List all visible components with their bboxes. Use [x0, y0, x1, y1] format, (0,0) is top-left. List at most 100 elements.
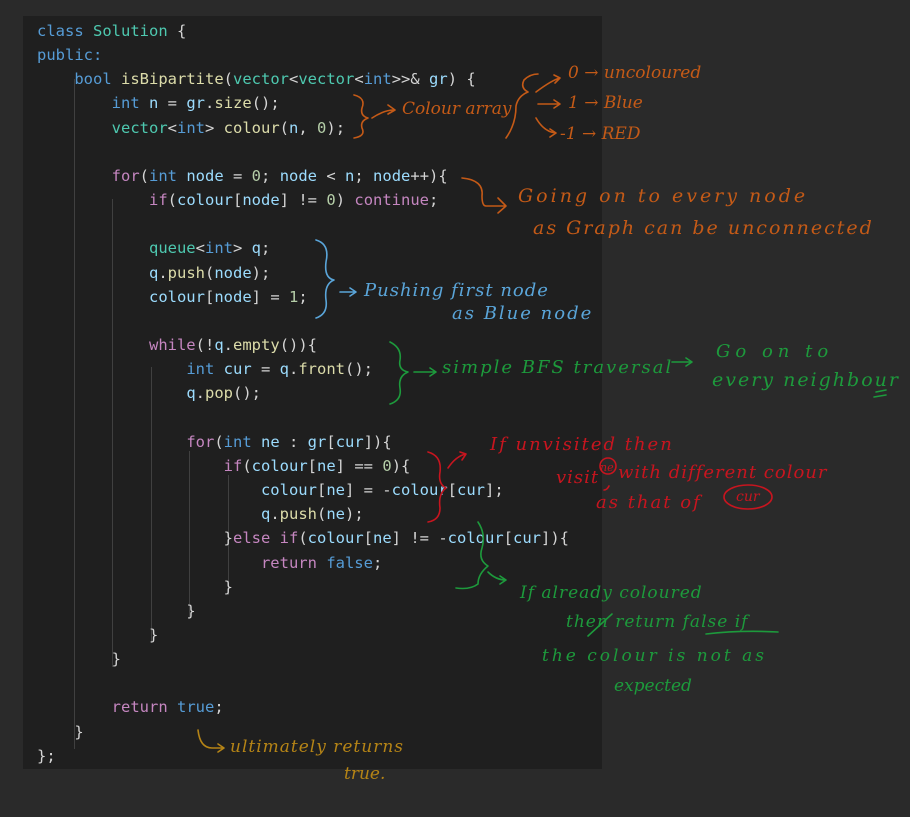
code-token: [ [363, 529, 373, 548]
annotation-colour-array: Colour array [402, 99, 512, 119]
code-token: > [233, 239, 252, 258]
code-token: . [270, 505, 280, 524]
code-token: colour [148, 287, 205, 306]
code-line: int n = gr.size(); [37, 91, 280, 115]
code-token: ; [261, 166, 280, 185]
code-token: 0 [326, 191, 336, 210]
code-token: [ [503, 529, 514, 548]
code-token: public: [37, 46, 103, 65]
code-token: int [111, 94, 140, 113]
code-token: int [149, 166, 177, 185]
code-line: } [37, 647, 121, 671]
code-line: q.push(node); [37, 261, 270, 285]
code-token: q [260, 505, 271, 524]
code-token: (); [251, 94, 280, 113]
code-token: ( [139, 166, 149, 185]
code-token: = [158, 94, 187, 113]
code-token: > [205, 118, 224, 137]
code-token: return [260, 553, 317, 572]
code-line: while(!q.empty()){ [37, 333, 317, 357]
annotation-unvisited-cur: cur [736, 489, 760, 505]
code-token: int [177, 118, 205, 137]
code-token: q [214, 336, 224, 355]
code-token: ; [214, 698, 224, 717]
annotation-coloured-3: the colour is not as [542, 646, 767, 666]
code-line: if(colour[node] != 0) continue; [37, 188, 438, 212]
code-token: false [326, 553, 373, 572]
annotation-coloured-2: then return false if [566, 612, 749, 632]
code-token: ){ [391, 456, 411, 475]
code-line: } [37, 720, 83, 744]
code-token: ); [345, 505, 364, 524]
code-token: for [111, 166, 140, 185]
code-line: }else if(colour[ne] != -colour[cur]){ [37, 526, 569, 550]
code-token: ( [223, 70, 233, 89]
code-token: . [223, 336, 234, 355]
annotation-bfs: simple BFS traversal [442, 357, 674, 378]
code-token: < [289, 70, 299, 89]
code-token: ne [261, 432, 280, 451]
code-token: [ [447, 481, 457, 500]
code-line: } [37, 575, 233, 599]
annotation-unvisited-3: with different colour [618, 462, 828, 483]
annotation-ultimately-1: ultimately returns [230, 737, 405, 757]
code-line: return false; [37, 551, 382, 575]
code-line: for(int ne : gr[cur]){ [37, 430, 391, 454]
code-token: , [298, 118, 318, 137]
code-token: ( [298, 529, 308, 548]
annotation-red: -1 → RED [560, 124, 641, 144]
annotation-uncoloured: 0 → uncoloured [568, 63, 702, 83]
code-token: ] != [279, 191, 327, 210]
code-token: ne [326, 505, 345, 524]
code-line: q.push(ne); [37, 502, 364, 526]
code-token: q [148, 263, 159, 282]
code-token: ; [429, 191, 439, 210]
code-token: node [214, 263, 252, 282]
annotation-push-first-1: Pushing first node [364, 280, 549, 301]
code-token: n [289, 118, 299, 137]
code-token: 0 [251, 166, 262, 185]
code-token: [ [204, 287, 215, 306]
code-token: int [223, 432, 252, 451]
code-token: ( [279, 118, 290, 137]
code-token: colour [307, 529, 364, 548]
code-line: if(colour[ne] == 0){ [37, 454, 411, 478]
code-token: size [214, 94, 252, 113]
code-token: = [223, 166, 252, 185]
annotation-neighbour-2: every neighbour [712, 369, 900, 391]
annotation-coloured-1: If already coloured [520, 583, 703, 603]
code-token: colour [177, 191, 233, 210]
code-token: 1 [288, 287, 299, 306]
code-token: ; [354, 166, 374, 185]
code-token: continue [354, 191, 430, 210]
code-token: q [279, 360, 289, 379]
code-token: n [149, 94, 159, 113]
code-token: ] != - [391, 529, 448, 548]
code-token: gr [307, 432, 327, 451]
code-token: ()){ [279, 336, 318, 355]
code-token: }; [37, 746, 56, 765]
code-token: int [363, 70, 392, 89]
code-token: int [205, 239, 233, 258]
annotation-push-first-2: as Blue node [452, 303, 594, 324]
code-token: cur [223, 360, 252, 379]
code-editor[interactable]: class Solution {public: bool isBipartite… [23, 16, 602, 769]
code-token: int [186, 360, 215, 379]
code-token: vector [298, 70, 355, 89]
code-token: 0 [382, 456, 392, 475]
code-token: class [37, 22, 93, 40]
